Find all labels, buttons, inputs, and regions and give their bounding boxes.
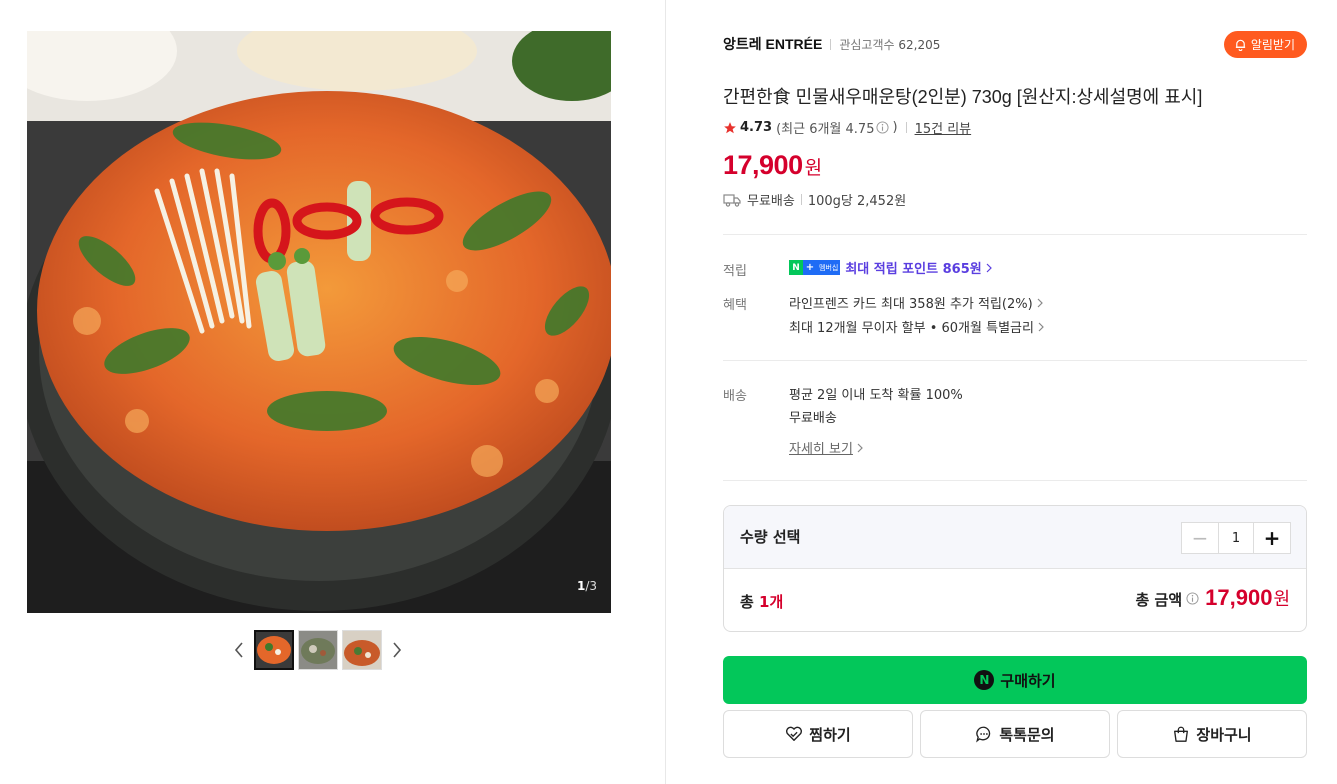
wishlist-label: 찜하기	[809, 725, 851, 744]
naver-membership-badge: N + 멤버십	[789, 260, 841, 275]
truck-icon	[723, 193, 741, 207]
total-amount-label: 총 금액	[1135, 591, 1183, 609]
free-delivery: 무료배송	[789, 407, 837, 426]
followers-count: 62,205	[898, 37, 941, 52]
arrival-info: 평균 2일 이내 도착 확률 100%	[789, 384, 963, 403]
section-divider	[723, 360, 1307, 361]
thumbnail-image	[343, 631, 381, 669]
max-points-link[interactable]: 최대 적립 포인트 865원	[845, 258, 981, 277]
thumbnail-image	[299, 631, 337, 669]
thumbnail-image	[256, 632, 292, 668]
total-price: 17,900	[1205, 585, 1273, 610]
quantity-header: 수량 선택 − 1 +	[724, 506, 1306, 569]
chat-bubble-icon	[976, 726, 991, 743]
points-label: 적립	[723, 264, 747, 279]
section-divider	[723, 480, 1307, 481]
info-icon[interactable]	[876, 121, 890, 134]
quantity-decrease-button[interactable]: −	[1182, 523, 1218, 553]
chevron-right-icon	[857, 443, 863, 452]
unit-price: 100g당 2,452원	[807, 194, 907, 209]
secondary-actions: 찜하기 톡톡문의 장바구니	[723, 710, 1307, 758]
recent-rating: (최근 6개월 4.75	[776, 122, 875, 137]
thumbnail-strip	[228, 629, 408, 671]
delivery-detail-link[interactable]: 자세히 보기	[789, 438, 853, 457]
cart-label: 장바구니	[1196, 725, 1252, 744]
divider	[830, 38, 832, 50]
chevron-left-icon	[234, 642, 243, 658]
image-counter: 1/3	[577, 579, 597, 593]
free-delivery-text: 무료배송	[789, 411, 837, 426]
card-benefit-line[interactable]: 라인프렌즈 카드 최대 358원 추가 적립(2%)	[789, 293, 1043, 312]
delivery-label: 배송	[723, 389, 747, 404]
total-currency: 원	[1273, 589, 1290, 610]
quantity-footer: 총 1개 총 금액 17,900 원	[724, 569, 1306, 631]
cart-button[interactable]: 장바구니	[1117, 710, 1307, 758]
points-line[interactable]: N + 멤버십 최대 적립 포인트 865원	[789, 258, 992, 277]
spicy-stew-photo	[27, 31, 611, 613]
talktalk-inquiry-button[interactable]: 톡톡문의	[920, 710, 1110, 758]
product-gallery: 1/3	[0, 0, 666, 784]
badge-plus: +	[803, 260, 817, 275]
counter-total: /3	[585, 579, 597, 593]
quantity-stepper[interactable]: − 1 +	[1181, 522, 1291, 554]
alarm-subscribe-button[interactable]: 알림받기	[1223, 31, 1307, 58]
installment-line[interactable]: 최대 12개월 무이자 할부 • 60개월 특별금리	[789, 317, 1044, 336]
alarm-label: 알림받기	[1250, 38, 1295, 52]
quantity-title: 수량 선택	[740, 528, 801, 546]
star-icon	[724, 121, 736, 133]
thumbnail-2[interactable]	[298, 630, 338, 670]
thumbnail-3[interactable]	[342, 630, 382, 670]
card-benefit-text: 라인프렌즈 카드 최대 358원 추가 적립(2%)	[789, 297, 1033, 312]
buy-button[interactable]: N 구매하기	[723, 656, 1307, 704]
benefit-label: 혜택	[723, 298, 747, 313]
chevron-right-icon	[1038, 322, 1044, 331]
main-product-image[interactable]: 1/3	[27, 31, 611, 613]
arrival-text: 평균 2일 이내 도착 확률 100%	[789, 388, 963, 403]
quantity-box: 수량 선택 − 1 + 총 1개 총 금액 17,900 원	[723, 505, 1307, 632]
section-divider	[723, 234, 1307, 235]
total-count-value: 1개	[759, 593, 784, 611]
naver-pay-icon: N	[974, 670, 995, 690]
review-link[interactable]: 15건 리뷰	[915, 118, 972, 137]
bell-plus-icon	[1235, 39, 1245, 51]
badge-member: 멤버십	[817, 260, 841, 275]
wishlist-button[interactable]: 찜하기	[723, 710, 913, 758]
heart-icon	[786, 726, 803, 741]
rating-row: 4.73 (최근 6개월 4.75 ) 15건 리뷰	[723, 118, 971, 137]
divider	[905, 122, 907, 133]
badge-n: N	[789, 260, 803, 275]
thumbnail-1[interactable]	[254, 630, 294, 670]
follower-info: 관심고객수 62,205	[839, 36, 940, 53]
buy-label: 구매하기	[1000, 671, 1056, 690]
info-icon[interactable]	[1186, 592, 1199, 605]
quantity-increase-button[interactable]: +	[1254, 523, 1290, 553]
thumbnail-next-button[interactable]	[386, 630, 408, 670]
thumbnail-prev-button[interactable]	[228, 630, 250, 670]
chevron-right-icon	[986, 263, 992, 272]
chevron-right-icon	[393, 642, 402, 658]
total-prefix: 총	[740, 593, 760, 611]
currency-unit: 원	[804, 157, 823, 179]
total-amount: 총 금액 17,900 원	[1136, 585, 1290, 611]
shipping-text: 무료배송	[747, 194, 795, 209]
divider	[800, 194, 802, 205]
talktalk-label: 톡톡문의	[999, 725, 1055, 744]
delivery-detail[interactable]: 자세히 보기	[789, 438, 863, 457]
chevron-right-icon	[1037, 298, 1043, 307]
quantity-value[interactable]: 1	[1218, 523, 1254, 553]
total-count: 총 1개	[740, 591, 783, 612]
product-title: 간편한食 민물새우매운탕(2인분) 730g [원산지:상세설명에 표시]	[723, 87, 1203, 107]
price-row: 17,900 원	[723, 150, 822, 181]
rating-score: 4.73	[740, 120, 773, 135]
shopping-bag-icon	[1174, 726, 1189, 742]
store-row: 앙트레 ENTRÉE 관심고객수 62,205 알림받기	[723, 31, 1307, 58]
shipping-row: 무료배송 100g당 2,452원	[723, 190, 906, 209]
store-name-link[interactable]: 앙트레 ENTRÉE	[723, 34, 822, 54]
installment-text: 최대 12개월 무이자 할부 • 60개월 특별금리	[789, 321, 1034, 336]
recent-rating-close: )	[892, 120, 898, 135]
followers-label: 관심고객수	[839, 37, 895, 52]
product-price: 17,900	[723, 150, 803, 180]
